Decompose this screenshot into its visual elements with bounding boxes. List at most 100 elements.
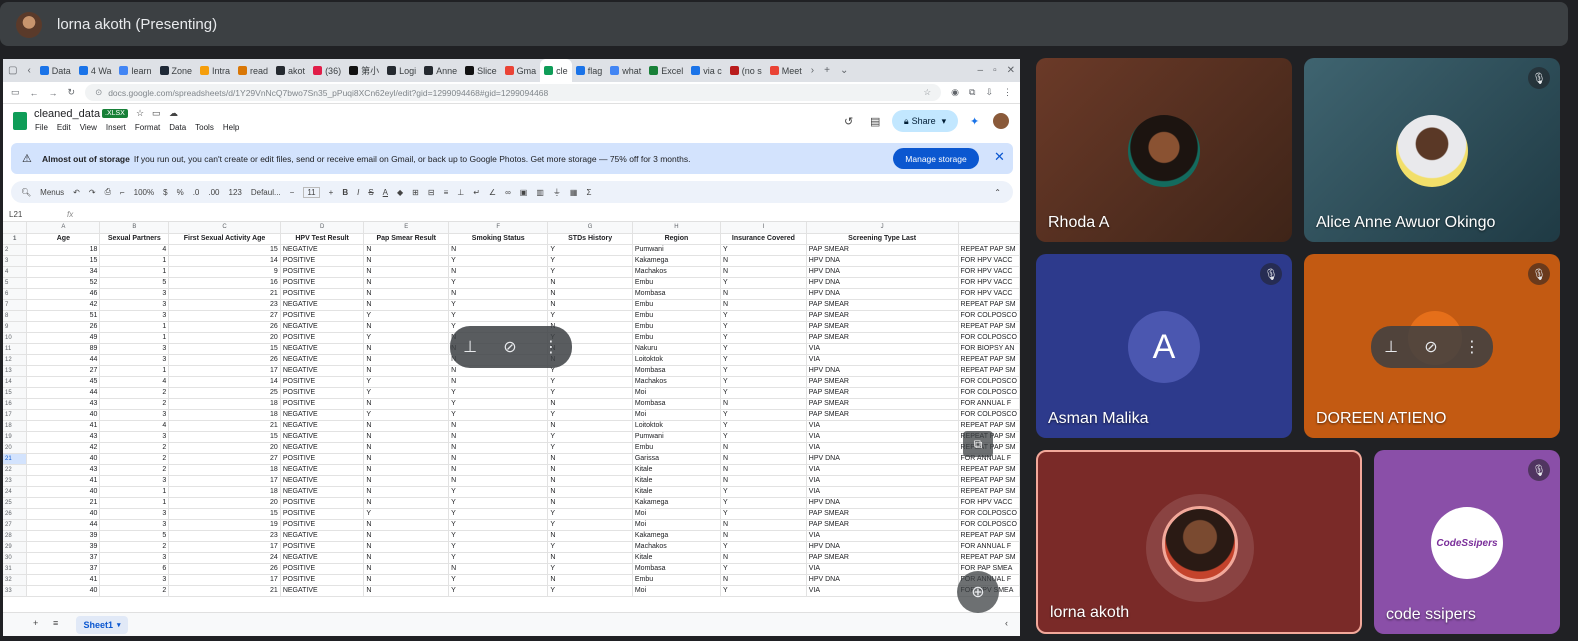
row-number[interactable]: 11 bbox=[3, 343, 28, 355]
comment-icon[interactable]: ▣ bbox=[520, 188, 528, 197]
column-header[interactable]: D bbox=[280, 222, 365, 234]
row-number[interactable]: 32 bbox=[3, 574, 28, 586]
table-cell[interactable]: 42 bbox=[26, 299, 101, 311]
table-cell[interactable]: NEGATIVE bbox=[280, 365, 365, 377]
table-cell[interactable]: Machakos bbox=[632, 266, 722, 278]
table-cell[interactable]: 4 bbox=[99, 376, 170, 388]
table-cell[interactable]: REPEAT PAP SM bbox=[958, 475, 1020, 487]
rotate-icon[interactable]: ∠ bbox=[489, 188, 496, 197]
table-cell[interactable]: Loitoktok bbox=[632, 420, 722, 432]
table-cell[interactable]: 26 bbox=[168, 563, 281, 575]
table-cell[interactable]: Y bbox=[547, 376, 633, 388]
merge-icon[interactable]: ⊟ bbox=[428, 188, 435, 197]
table-cell[interactable]: Embu bbox=[632, 277, 722, 289]
menu-data[interactable]: Data bbox=[169, 123, 186, 132]
row-number[interactable]: 21 bbox=[3, 453, 28, 465]
table-cell[interactable]: NEGATIVE bbox=[280, 585, 365, 597]
browser-tab[interactable]: Intra bbox=[196, 59, 234, 82]
table-cell[interactable]: Y bbox=[720, 431, 807, 443]
browser-tab[interactable]: Gma bbox=[501, 59, 541, 82]
table-cell[interactable]: 46 bbox=[26, 288, 101, 300]
browser-tab[interactable]: (36) bbox=[309, 59, 345, 82]
bold-icon[interactable]: B bbox=[342, 188, 348, 197]
table-cell[interactable]: PAP SMEAR bbox=[806, 409, 959, 421]
table-cell[interactable]: Age bbox=[26, 233, 101, 245]
table-cell[interactable]: 2 bbox=[99, 442, 170, 454]
table-cell[interactable]: 23 bbox=[168, 530, 281, 542]
table-cell[interactable]: N bbox=[720, 299, 807, 311]
table-cell[interactable]: Y bbox=[720, 508, 807, 520]
table-cell[interactable]: Y bbox=[448, 508, 549, 520]
back-icon[interactable]: ← bbox=[30, 88, 39, 98]
table-cell[interactable]: 3 bbox=[99, 519, 170, 531]
table-cell[interactable]: 43 bbox=[26, 464, 101, 476]
table-cell[interactable]: 3 bbox=[99, 431, 170, 443]
table-cell[interactable]: Y bbox=[448, 497, 549, 509]
table-cell[interactable] bbox=[958, 233, 1020, 245]
participant-tile-asman[interactable]: 🎙︎ A Asman Malika bbox=[1036, 254, 1292, 438]
table-cell[interactable]: 24 bbox=[168, 552, 281, 564]
browser-tab[interactable]: flag bbox=[572, 59, 607, 82]
table-cell[interactable]: FOR PAP SMEA bbox=[958, 563, 1020, 575]
print-icon[interactable]: ⎙ bbox=[105, 187, 111, 197]
table-cell[interactable]: Y bbox=[720, 486, 807, 498]
table-cell[interactable]: Y bbox=[720, 354, 807, 366]
table-cell[interactable]: Garissa bbox=[632, 453, 722, 465]
table-cell[interactable]: HPV DNA bbox=[806, 288, 959, 300]
row-number[interactable]: 33 bbox=[3, 585, 28, 597]
table-cell[interactable]: REPEAT PAP SM bbox=[958, 244, 1020, 256]
table-cell[interactable]: POSITIVE bbox=[280, 574, 365, 586]
version-history-icon[interactable]: ↺ bbox=[844, 115, 853, 128]
row-number[interactable]: 31 bbox=[3, 563, 28, 575]
table-cell[interactable]: NEGATIVE bbox=[280, 475, 365, 487]
table-cell[interactable]: Embu bbox=[632, 299, 722, 311]
table-cell[interactable]: Y bbox=[547, 431, 633, 443]
table-cell[interactable]: Mombasa bbox=[632, 288, 722, 300]
table-cell[interactable]: FOR BIOPSY AN bbox=[958, 343, 1020, 355]
table-cell[interactable]: 37 bbox=[26, 552, 101, 564]
filter-views-icon[interactable]: ▦ bbox=[570, 188, 578, 197]
table-cell[interactable]: Moi bbox=[632, 409, 722, 421]
table-cell[interactable]: 21 bbox=[26, 497, 101, 509]
table-cell[interactable]: 89 bbox=[26, 343, 101, 355]
table-cell[interactable]: Moi bbox=[632, 519, 722, 531]
menu-insert[interactable]: Insert bbox=[106, 123, 126, 132]
row-number[interactable]: 20 bbox=[3, 442, 28, 454]
table-cell[interactable]: N bbox=[363, 541, 450, 553]
table-cell[interactable]: Nakuru bbox=[632, 343, 722, 355]
row-number[interactable]: 24 bbox=[3, 486, 28, 498]
column-header[interactable]: E bbox=[363, 222, 450, 234]
table-cell[interactable]: Y bbox=[547, 244, 633, 256]
table-cell[interactable]: 41 bbox=[26, 475, 101, 487]
table-cell[interactable]: 15 bbox=[168, 343, 281, 355]
sheets-logo-icon[interactable] bbox=[13, 112, 27, 130]
table-cell[interactable]: Y bbox=[448, 409, 549, 421]
table-cell[interactable]: 3 bbox=[99, 574, 170, 586]
restore-icon[interactable]: ▫ bbox=[988, 65, 1002, 76]
table-cell[interactable]: 3 bbox=[99, 508, 170, 520]
table-cell[interactable]: NEGATIVE bbox=[280, 354, 365, 366]
participant-tile-rhoda[interactable]: Rhoda A bbox=[1036, 58, 1292, 242]
table-cell[interactable]: 17 bbox=[168, 475, 281, 487]
table-cell[interactable]: POSITIVE bbox=[280, 398, 365, 410]
table-cell[interactable]: N bbox=[720, 288, 807, 300]
tabs-back-icon[interactable]: ‹ bbox=[22, 65, 35, 76]
bookmark-star-icon[interactable]: ☆ bbox=[924, 87, 932, 98]
table-cell[interactable]: N bbox=[363, 365, 450, 377]
browser-tab[interactable]: read bbox=[234, 59, 272, 82]
mute-icon[interactable]: ⊘ bbox=[503, 337, 516, 357]
tab-search-icon[interactable]: ▢ bbox=[3, 65, 22, 76]
table-cell[interactable]: VIA bbox=[806, 420, 959, 432]
table-cell[interactable]: N bbox=[363, 475, 450, 487]
table-cell[interactable]: Embu bbox=[632, 310, 722, 322]
table-cell[interactable]: Smoking Status bbox=[448, 233, 549, 245]
table-cell[interactable]: Kakamega bbox=[632, 497, 722, 509]
browser-tab[interactable]: 第小 bbox=[345, 59, 383, 82]
tabs-forward-icon[interactable]: › bbox=[806, 65, 819, 76]
column-header[interactable]: B bbox=[99, 222, 170, 234]
row-number[interactable]: 27 bbox=[3, 519, 28, 531]
table-cell[interactable]: 2 bbox=[99, 453, 170, 465]
account-avatar[interactable] bbox=[993, 113, 1009, 129]
table-cell[interactable]: Kitale bbox=[632, 475, 722, 487]
table-cell[interactable]: Y bbox=[448, 519, 549, 531]
